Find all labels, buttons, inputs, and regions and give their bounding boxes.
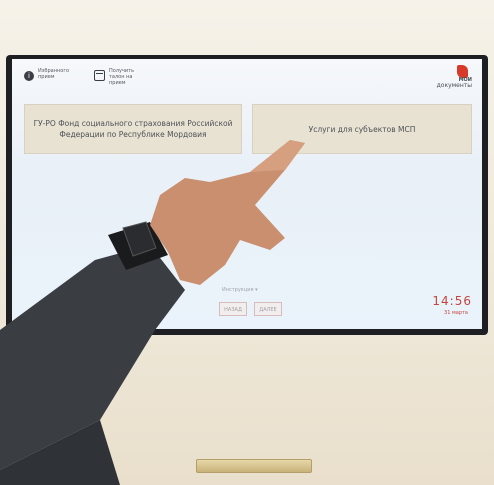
header-item-label: Избранного прием xyxy=(38,68,70,80)
service-tile-fss[interactable]: ГУ-РО Фонд социального страхования Росси… xyxy=(24,104,242,154)
header-item-label: Получить талон на прием xyxy=(109,68,135,86)
clock: 14:56 xyxy=(432,294,472,308)
next-button[interactable]: ДАЛЕЕ xyxy=(254,302,282,316)
logo-text: документы xyxy=(436,82,472,89)
date: 31 марта xyxy=(444,310,468,316)
service-tile-msp[interactable]: Услуги для субъектов МСП xyxy=(252,104,472,154)
back-button[interactable]: НАЗАД xyxy=(219,302,247,316)
header-item-ticket[interactable]: Получить талон на прием xyxy=(94,68,134,86)
calendar-icon xyxy=(94,70,105,81)
ticket-slot xyxy=(196,459,312,473)
header: i Избранного прием Получить талон на при… xyxy=(12,59,482,99)
service-tile-label: ГУ-РО Фонд социального страхования Росси… xyxy=(33,119,233,139)
service-tile-label: Услуги для субъектов МСП xyxy=(308,124,416,134)
mydocuments-logo: МОИ документы xyxy=(428,65,474,91)
instruction-link[interactable]: Инструкция ▾ xyxy=(222,287,258,293)
info-icon: i xyxy=(24,71,34,81)
header-item-favorites[interactable]: i Избранного прием xyxy=(24,68,69,81)
kiosk-screen: i Избранного прием Получить талон на при… xyxy=(12,59,482,329)
